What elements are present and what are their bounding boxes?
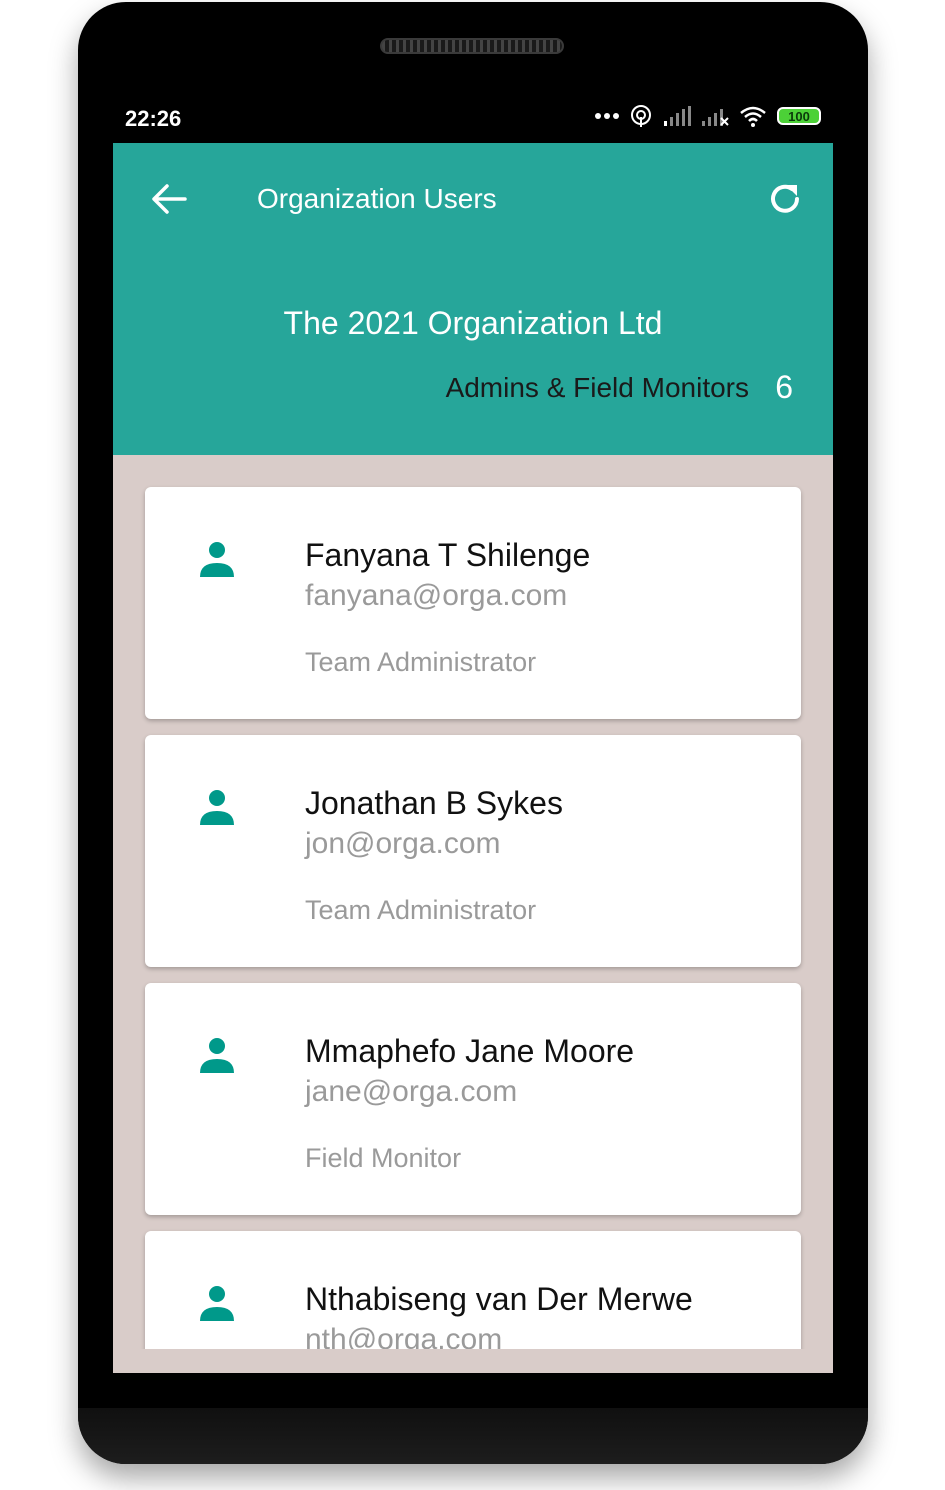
page-title: Organization Users — [257, 183, 497, 214]
app-screen: Organization Users The 2021 Organization… — [113, 143, 833, 1373]
user-category-label: Admins & Field Monitors — [445, 372, 749, 403]
user-email: fanyana@orga.com — [305, 579, 568, 612]
user-role: Team Administrator — [305, 647, 537, 677]
user-name: Nthabiseng van Der Merwe — [305, 1281, 693, 1317]
person-icon — [200, 1038, 234, 1073]
wifi-icon — [740, 106, 766, 127]
user-role: Field Monitor — [305, 1143, 462, 1173]
status-bar: 22:26 100 — [113, 100, 833, 140]
user-name: Mmaphefo Jane Moore — [305, 1033, 635, 1069]
hotspot-icon — [631, 105, 651, 127]
app-bar: Organization Users The 2021 Organization… — [113, 143, 833, 455]
phone-chin — [78, 1408, 868, 1464]
user-name: Jonathan B Sykes — [305, 785, 563, 821]
user-card[interactable]: Mmaphefo Jane Moore jane@orga.com Field … — [145, 983, 801, 1215]
user-card[interactable]: Nthabiseng van Der Merwe nth@orga.com — [145, 1231, 801, 1349]
person-icon — [200, 790, 234, 825]
user-email: jane@orga.com — [305, 1075, 518, 1108]
organization-name: The 2021 Organization Ltd — [283, 305, 663, 341]
speaker-grille — [380, 38, 564, 54]
back-button[interactable] — [147, 177, 191, 221]
refresh-button[interactable] — [763, 177, 807, 221]
user-card[interactable]: Fanyana T Shilenge fanyana@orga.com Team… — [145, 487, 801, 719]
user-name: Fanyana T Shilenge — [305, 537, 591, 573]
user-card[interactable]: Jonathan B Sykes jon@orga.com Team Admin… — [145, 735, 801, 967]
user-count: 6 — [775, 369, 793, 405]
user-list[interactable]: Fanyana T Shilenge fanyana@orga.com Team… — [113, 455, 833, 1349]
signal-2-icon — [702, 109, 729, 126]
battery-level: 100 — [788, 108, 810, 124]
status-icons: 100 — [595, 104, 821, 128]
user-email: nth@orga.com — [305, 1323, 503, 1349]
user-role: Team Administrator — [305, 895, 537, 925]
person-icon — [200, 1286, 234, 1321]
signal-1-icon — [664, 106, 691, 126]
arrow-left-icon — [152, 184, 187, 214]
more-dots-icon — [595, 113, 619, 119]
user-email: jon@orga.com — [305, 827, 501, 860]
person-icon — [200, 542, 234, 577]
status-time: 22:26 — [125, 106, 182, 131]
refresh-icon — [771, 184, 799, 213]
battery-indicator: 100 — [777, 107, 821, 125]
